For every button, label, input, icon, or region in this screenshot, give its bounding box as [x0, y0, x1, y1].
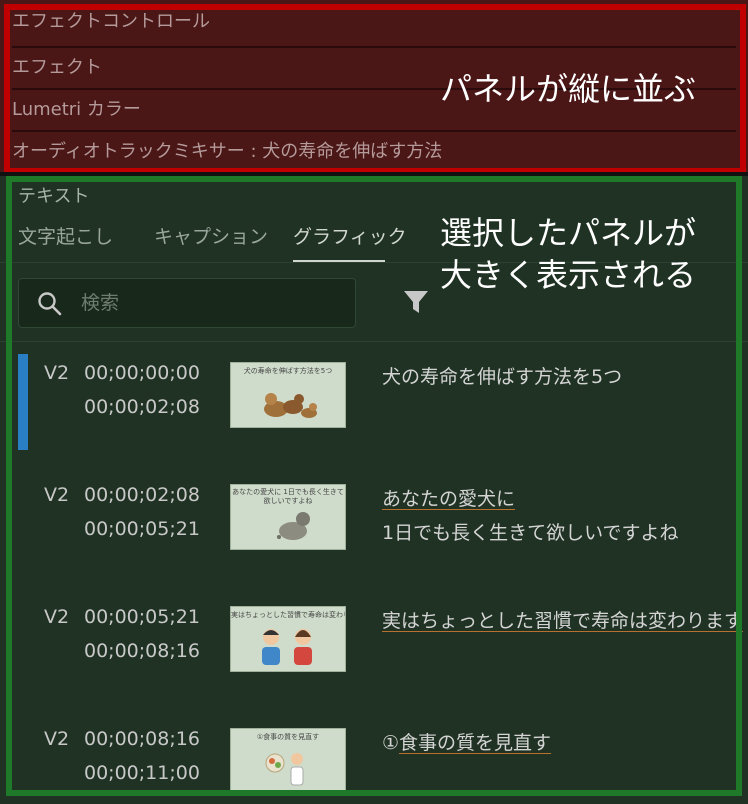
filter-icon[interactable]	[402, 288, 430, 316]
annotation-panels-stacked: パネルが縦に並ぶ	[440, 70, 697, 108]
list-item[interactable]: V2 00;00;02;08 00;00;05;21 あなたの愛犬に 1日でも長…	[0, 476, 748, 598]
tab-transcript[interactable]: 文字起こし	[18, 222, 113, 249]
annotation-selected-panel-line-2: 大きく表示される	[440, 256, 697, 294]
graphic-thumbnail: 犬の寿命を伸ばす方法を5つ	[230, 362, 346, 428]
track-label: V2	[44, 606, 70, 628]
graphic-thumbnail: ①食事の質を見直す	[230, 728, 346, 794]
timecode-in: 00;00;08;16	[84, 728, 200, 750]
caption-text-line-2[interactable]: 1日でも長く生きて欲しいですよね	[382, 518, 679, 545]
caption-prefix: ①	[382, 732, 400, 754]
caption-text-line-1[interactable]: 犬の寿命を伸ばす方法を5つ	[382, 362, 622, 389]
list-item[interactable]: V2 00;00;00;00 00;00;02;08 犬の寿命を伸ばす方法を5つ…	[0, 354, 748, 476]
tab-captions[interactable]: キャプション	[154, 222, 268, 249]
track-label: V2	[44, 484, 70, 506]
timecode-in: 00;00;00;00	[84, 362, 200, 384]
track-label: V2	[44, 728, 70, 750]
graphic-thumbnail: あなたの愛犬に 1日でも長く生きて欲しいですよね	[230, 484, 346, 550]
graphic-thumbnail: 実はちょっとした習慣で寿命は変わります	[230, 606, 346, 672]
timecode-out: 00;00;05;21	[84, 518, 200, 540]
text-panel-title[interactable]: テキスト	[18, 182, 89, 208]
list-separator	[0, 341, 748, 342]
caption-text-line-1[interactable]: ①食事の質を見直す	[382, 728, 551, 755]
caption-text-line-1[interactable]: あなたの愛犬に	[382, 484, 515, 511]
thumbnail-caption: ①食事の質を見直す	[256, 733, 320, 741]
caption-text-underlined: 食事の質を見直す	[399, 732, 552, 754]
timecode-in: 00;00;05;21	[84, 606, 200, 628]
list-item[interactable]: V2 00;00;08;16 00;00;11;00 ①食事の質を見直す ①食事…	[0, 720, 748, 804]
list-item[interactable]: V2 00;00;05;21 00;00;08;16 実はちょっとした習慣で寿命…	[0, 598, 748, 720]
timecode-out: 00;00;11;00	[84, 762, 200, 784]
search-icon	[38, 292, 62, 316]
panel-header-audio-track-mixer[interactable]: オーディオトラックミキサー : 犬の寿命を伸ばす方法	[12, 130, 736, 172]
search-input[interactable]	[79, 287, 343, 319]
timecode-out: 00;00;02;08	[84, 396, 200, 418]
thumbnail-caption: あなたの愛犬に 1日でも長く生きて欲しいですよね	[232, 488, 344, 505]
track-label: V2	[44, 362, 70, 384]
annotation-selected-panel-line-1: 選択したパネルが	[440, 214, 697, 252]
timecode-in: 00;00;02;08	[84, 484, 200, 506]
timecode-out: 00;00;08;16	[84, 640, 200, 662]
thumbnail-caption: 実はちょっとした習慣で寿命は変わります	[231, 611, 345, 619]
panel-header-effect-controls[interactable]: エフェクトコントロール	[12, 2, 736, 42]
caption-text-line-1[interactable]: 実はちょっとした習慣で寿命は変わります	[382, 606, 743, 633]
search-box[interactable]	[18, 278, 356, 328]
thumbnail-caption: 犬の寿命を伸ばす方法を5つ	[243, 367, 333, 375]
tab-graphics[interactable]: グラフィック	[293, 222, 407, 249]
selection-marker	[18, 354, 28, 450]
